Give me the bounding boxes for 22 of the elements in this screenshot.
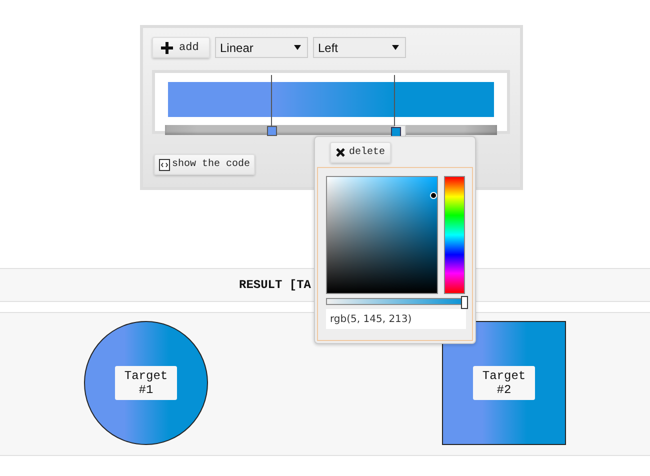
stop-line <box>394 75 396 126</box>
color-stop-handle[interactable] <box>391 127 402 137</box>
saturation-value-area[interactable] <box>326 176 438 294</box>
code-file-icon <box>159 158 170 170</box>
target-label: Target #1 <box>115 366 177 400</box>
type-select[interactable]: Linear <box>215 37 308 58</box>
plus-icon <box>161 42 173 54</box>
color-stop-handle[interactable] <box>267 126 278 136</box>
caret-icon <box>392 45 399 50</box>
alpha-thumb[interactable] <box>461 296 468 309</box>
delete-button[interactable]: delete <box>330 142 392 163</box>
result-title: RESULT [TA <box>239 278 312 292</box>
caret-icon <box>294 45 301 50</box>
show-code-button[interactable]: show the code <box>154 154 256 175</box>
stop-track[interactable] <box>165 125 497 135</box>
target-label: Target #2 <box>473 366 535 400</box>
color-cursor[interactable] <box>430 192 437 199</box>
color-value-field[interactable]: rgb(5, 145, 213) <box>326 309 466 329</box>
add-button[interactable]: add <box>152 37 210 58</box>
direction-select[interactable]: Left <box>313 37 406 58</box>
close-icon <box>336 148 345 157</box>
stop-line <box>271 75 272 126</box>
